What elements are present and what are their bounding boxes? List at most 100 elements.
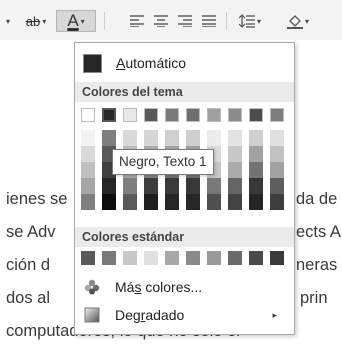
standard-color-swatch[interactable] [228, 251, 242, 265]
theme-color-swatch[interactable] [249, 108, 263, 122]
theme-shade-swatch[interactable] [186, 130, 200, 146]
theme-shade-swatch[interactable] [81, 146, 95, 162]
theme-color-swatch[interactable] [228, 108, 242, 122]
theme-shade-swatch[interactable] [186, 178, 200, 194]
theme-color-swatch[interactable] [165, 108, 179, 122]
theme-shade-swatch[interactable] [207, 178, 221, 194]
doc-line: se Adv [6, 223, 56, 241]
theme-shade-swatch[interactable] [144, 194, 158, 210]
line-spacing-button[interactable]: ▾ [232, 10, 268, 32]
paint-bucket-icon [286, 15, 303, 29]
theme-shade-swatch[interactable] [207, 194, 221, 210]
theme-shade-swatch[interactable] [228, 194, 242, 210]
standard-color-swatch[interactable] [144, 251, 158, 265]
submenu-arrow-icon: ▸ [272, 309, 277, 320]
theme-shade-swatch[interactable] [249, 146, 263, 162]
ribbon-divider [226, 12, 227, 30]
gradient-option[interactable]: Degradado ▸ [79, 302, 291, 328]
theme-color-swatch[interactable] [270, 108, 284, 122]
doc-line: dos al [6, 289, 51, 307]
theme-shade-swatch[interactable] [270, 146, 284, 162]
theme-shade-swatch[interactable] [228, 162, 242, 178]
align-right-button[interactable] [174, 10, 196, 32]
doc-line-fragment: ects A [296, 223, 341, 241]
theme-shade-swatch[interactable] [123, 130, 137, 146]
theme-shade-swatch[interactable] [123, 178, 137, 194]
theme-color-swatch[interactable] [81, 108, 95, 122]
theme-shade-swatch[interactable] [270, 162, 284, 178]
theme-shade-swatch[interactable] [81, 162, 95, 178]
standard-color-swatch[interactable] [165, 251, 179, 265]
font-color-button[interactable]: A ▾ [56, 10, 96, 32]
highlight-icon: ab [25, 13, 41, 29]
theme-shade-swatch[interactable] [81, 178, 95, 194]
doc-line: ción d [6, 256, 51, 274]
standard-color-swatch[interactable] [207, 251, 221, 265]
theme-color-swatch[interactable] [207, 108, 221, 122]
doc-line: ienes se [6, 190, 68, 208]
line-spacing-icon [238, 14, 255, 28]
automatic-color-option[interactable]: Automático [79, 48, 291, 78]
theme-color-swatch[interactable] [186, 108, 200, 122]
font-color-icon: A [67, 11, 79, 30]
theme-color-swatch[interactable] [123, 108, 137, 122]
standard-color-swatch[interactable] [123, 251, 137, 265]
more-colors-label: Más colores... [115, 279, 203, 295]
ribbon-toolbar: ▾ ab ▾ A ▾ ▾ ▾ [0, 0, 342, 40]
theme-shade-swatch[interactable] [144, 130, 158, 146]
theme-color-swatch[interactable] [144, 108, 158, 122]
ribbon-divider [104, 12, 105, 30]
theme-shade-swatch[interactable] [249, 178, 263, 194]
shading-button[interactable]: ▾ [278, 10, 318, 32]
theme-shade-swatch[interactable] [165, 194, 179, 210]
theme-shade-swatch[interactable] [102, 130, 116, 146]
font-color-menu: Automático Colores del tema Colores está… [74, 42, 295, 335]
automatic-color-swatch [83, 53, 102, 73]
theme-shade-swatch[interactable] [144, 178, 158, 194]
standard-colors-header: Colores estándar [75, 227, 294, 247]
theme-shade-swatch[interactable] [165, 130, 179, 146]
gradient-icon [83, 306, 101, 324]
text-highlight-button[interactable]: ab ▾ [16, 10, 56, 32]
theme-shade-swatch[interactable] [270, 194, 284, 210]
justify-button[interactable] [198, 10, 220, 32]
theme-shade-swatch[interactable] [228, 146, 242, 162]
theme-shade-swatch[interactable] [102, 194, 116, 210]
align-center-button[interactable] [150, 10, 172, 32]
theme-shade-swatch[interactable] [228, 130, 242, 146]
align-center-icon [154, 15, 168, 27]
doc-line-fragment: da de [296, 190, 338, 208]
standard-color-swatch[interactable] [186, 251, 200, 265]
color-wheel-icon [83, 278, 101, 296]
theme-shade-swatch[interactable] [270, 130, 284, 146]
theme-shade-swatch[interactable] [270, 178, 284, 194]
standard-color-swatch[interactable] [81, 251, 95, 265]
doc-line-fragment: neras [296, 256, 338, 274]
standard-color-swatch[interactable] [249, 251, 263, 265]
theme-shade-swatch[interactable] [165, 178, 179, 194]
theme-shade-swatch[interactable] [81, 194, 95, 210]
theme-shade-swatch[interactable] [81, 130, 95, 146]
color-tooltip: Negro, Texto 1 [112, 149, 214, 175]
theme-shade-swatch[interactable] [102, 178, 116, 194]
theme-shade-swatch[interactable] [123, 194, 137, 210]
align-left-icon [130, 15, 144, 27]
theme-shade-swatch[interactable] [249, 130, 263, 146]
theme-shade-swatch[interactable] [186, 194, 200, 210]
standard-color-swatch[interactable] [270, 251, 284, 265]
align-right-icon [178, 15, 192, 27]
gradient-label: Degradado [115, 307, 185, 323]
theme-colors-header: Colores del tema [75, 82, 294, 102]
theme-shade-swatch[interactable] [249, 194, 263, 210]
prev-dropdown-arrow[interactable]: ▾ [0, 10, 14, 32]
theme-shade-swatch[interactable] [249, 162, 263, 178]
align-left-button[interactable] [126, 10, 148, 32]
automatic-label: Automático [116, 55, 187, 71]
theme-shade-swatch[interactable] [228, 178, 242, 194]
justify-icon [202, 15, 216, 27]
standard-color-swatch[interactable] [102, 251, 116, 265]
more-colors-option[interactable]: Más colores... [79, 274, 291, 300]
doc-line-fragment: prin [300, 289, 328, 307]
theme-color-swatch[interactable] [102, 108, 116, 122]
theme-shade-swatch[interactable] [207, 130, 221, 146]
